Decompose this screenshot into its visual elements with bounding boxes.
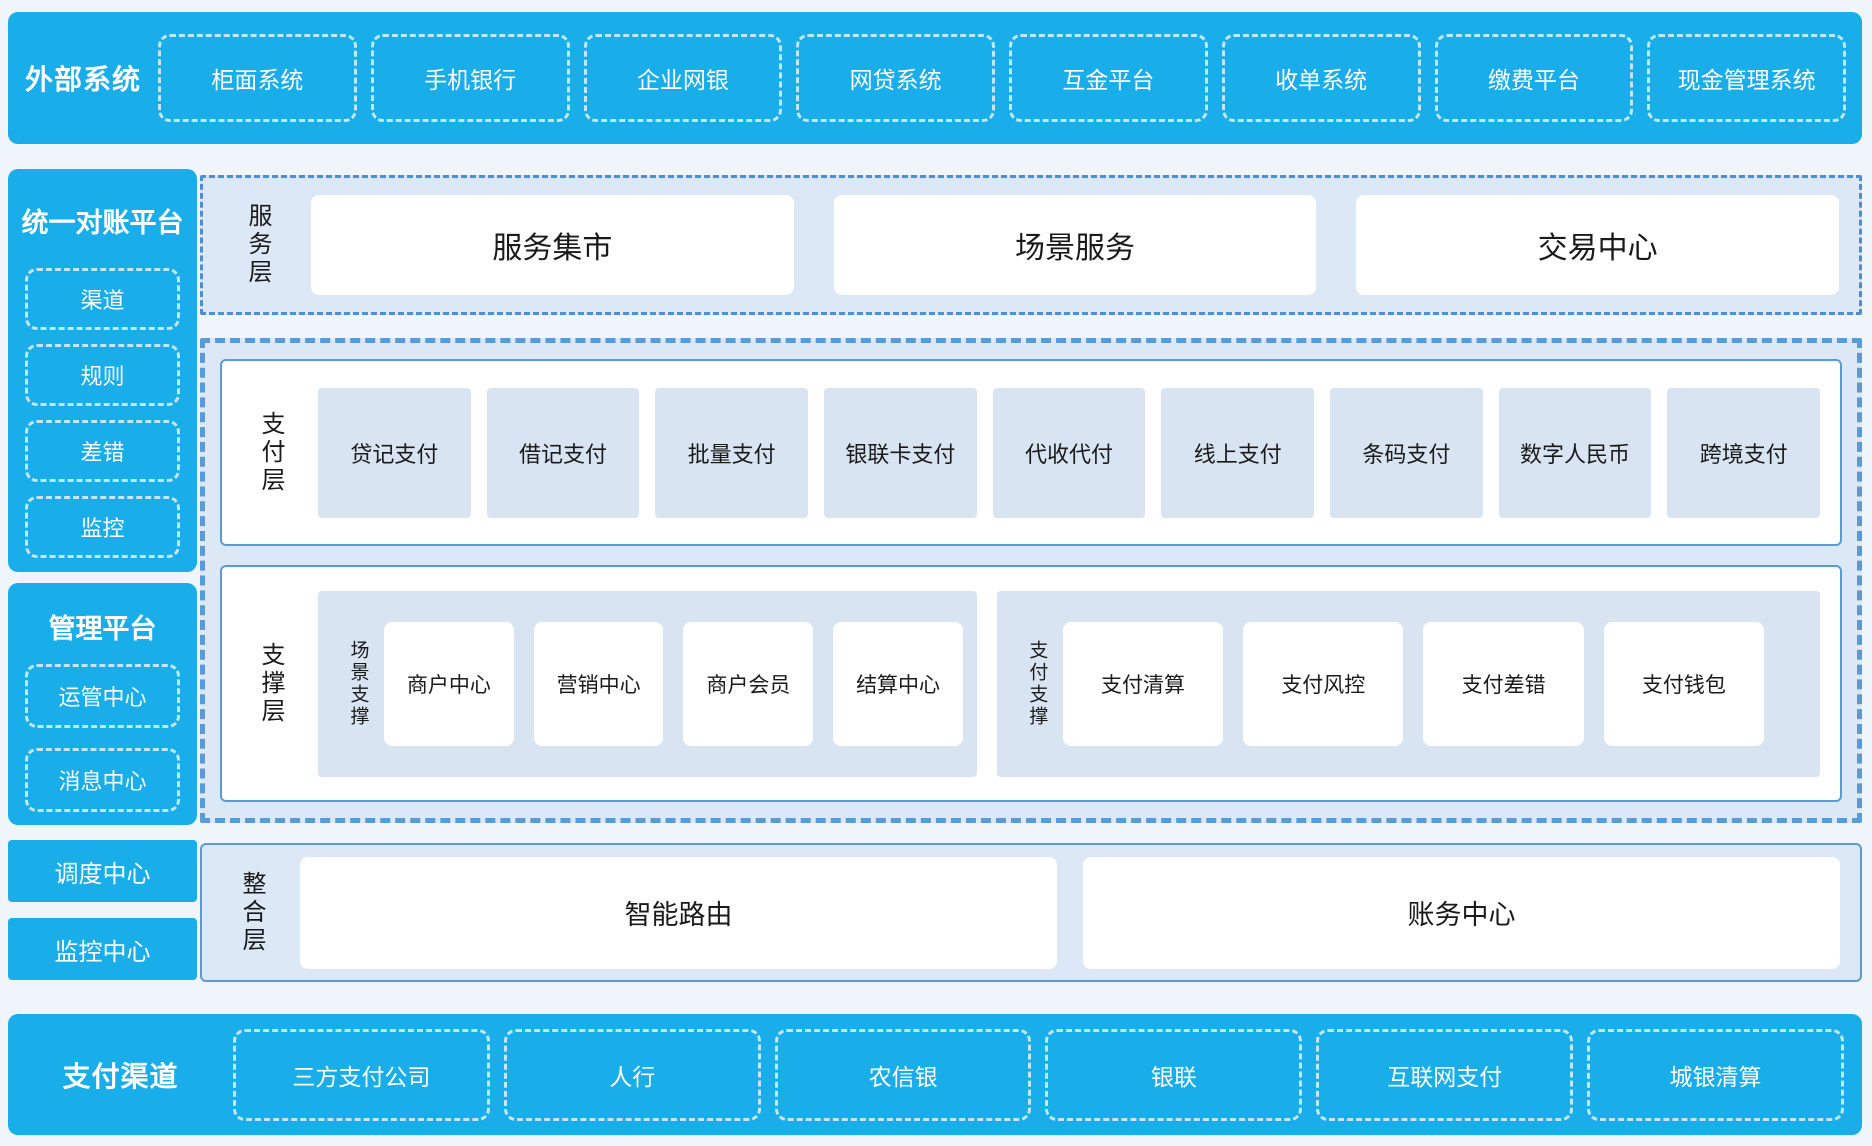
management-platform-title: 管理平台 [8, 583, 197, 664]
payment-item: 代收代付 [993, 388, 1146, 518]
support-layer-groups: 场景支撑 商户中心 营销中心 商户会员 结算中心 支付支撑 支付清算 支付风控 … [318, 591, 1820, 777]
external-systems-title: 外部系统 [8, 58, 158, 98]
scene-support-group: 场景支撑 商户中心 营销中心 商户会员 结算中心 [318, 591, 977, 777]
external-system-item: 企业网银 [584, 34, 783, 122]
reconciliation-item: 渠道 [25, 268, 180, 330]
scene-support-item: 商户中心 [384, 622, 514, 746]
payment-channel-item: 城银清算 [1587, 1029, 1844, 1121]
payment-layer-label-zone: 支付层 [222, 411, 318, 495]
reconciliation-item: 规则 [25, 344, 180, 406]
service-layer-label-zone: 服务层 [203, 203, 311, 287]
scene-support-label: 场景支撑 [349, 640, 368, 728]
external-systems-items: 柜面系统 手机银行 企业网银 网贷系统 互金平台 收单系统 缴费平台 现金管理系… [158, 34, 1846, 122]
external-systems-bar: 外部系统 柜面系统 手机银行 企业网银 网贷系统 互金平台 收单系统 缴费平台 … [8, 12, 1862, 144]
payment-support-label: 支付支撑 [1027, 640, 1046, 728]
payment-channel-item: 银联 [1045, 1029, 1302, 1121]
service-item: 场景服务 [834, 195, 1317, 295]
scene-support-items: 商户中心 营销中心 商户会员 结算中心 [384, 622, 963, 746]
payment-support-item: 支付钱包 [1604, 622, 1764, 746]
reconciliation-platform-title: 统一对账平台 [8, 169, 197, 268]
integration-layer: 整合层 智能路由 账务中心 [200, 843, 1862, 982]
monitor-center-block: 监控中心 [8, 918, 197, 980]
payment-support-group: 支付支撑 支付清算 支付风控 支付差错 支付钱包 [997, 591, 1820, 777]
service-layer-items: 服务集市 场景服务 交易中心 [311, 195, 1839, 295]
payment-item: 银联卡支付 [824, 388, 977, 518]
management-platform-block: 管理平台 运管中心 消息中心 [8, 583, 197, 825]
payment-item: 数字人民币 [1499, 388, 1652, 518]
external-system-item: 现金管理系统 [1647, 34, 1846, 122]
reconciliation-items: 渠道 规则 差错 监控 [8, 268, 197, 558]
payment-item: 线上支付 [1161, 388, 1314, 518]
reconciliation-platform-block: 统一对账平台 渠道 规则 差错 监控 [8, 169, 197, 572]
service-layer-label: 服务层 [245, 203, 269, 287]
payment-channels-items: 三方支付公司 人行 农信银 银联 互联网支付 城银清算 [233, 1029, 1844, 1121]
external-system-item: 柜面系统 [158, 34, 357, 122]
payment-support-item: 支付风控 [1243, 622, 1403, 746]
external-system-item: 缴费平台 [1435, 34, 1634, 122]
dispatch-center-block: 调度中心 [8, 840, 197, 902]
payment-support-item: 支付清算 [1063, 622, 1223, 746]
reconciliation-item: 监控 [25, 496, 180, 558]
payment-support-label-zone: 支付支撑 [1011, 640, 1063, 728]
service-item: 服务集市 [311, 195, 794, 295]
payment-layer-label: 支付层 [258, 411, 282, 495]
payment-item: 批量支付 [655, 388, 808, 518]
payment-item: 贷记支付 [318, 388, 471, 518]
payment-layer: 支付层 贷记支付 借记支付 批量支付 银联卡支付 代收代付 线上支付 条码支付 … [220, 359, 1842, 546]
core-layers-wrapper: 支付层 贷记支付 借记支付 批量支付 银联卡支付 代收代付 线上支付 条码支付 … [200, 338, 1862, 823]
support-layer-label: 支撑层 [258, 642, 282, 726]
scene-support-item: 结算中心 [833, 622, 963, 746]
reconciliation-item: 差错 [25, 420, 180, 482]
payment-channels-bar: 支付渠道 三方支付公司 人行 农信银 银联 互联网支付 城银清算 [8, 1014, 1862, 1135]
payment-channel-item: 三方支付公司 [233, 1029, 490, 1121]
external-system-item: 手机银行 [371, 34, 570, 122]
integration-item: 智能路由 [300, 857, 1057, 969]
support-layer: 支撑层 场景支撑 商户中心 营销中心 商户会员 结算中心 支付支撑 支付 [220, 565, 1842, 802]
payment-channel-item: 互联网支付 [1316, 1029, 1573, 1121]
scene-support-item: 营销中心 [534, 622, 664, 746]
management-items: 运管中心 消息中心 [8, 664, 197, 812]
management-item: 运管中心 [25, 664, 180, 728]
payment-support-items: 支付清算 支付风控 支付差错 支付钱包 [1063, 622, 1764, 746]
service-item: 交易中心 [1356, 195, 1839, 295]
service-layer: 服务层 服务集市 场景服务 交易中心 [200, 175, 1862, 315]
integration-layer-label-zone: 整合层 [202, 871, 300, 955]
integration-layer-label: 整合层 [239, 871, 263, 955]
payment-channel-item: 农信银 [775, 1029, 1032, 1121]
payment-channels-title: 支付渠道 [8, 1055, 233, 1095]
external-system-item: 互金平台 [1009, 34, 1208, 122]
external-system-item: 网贷系统 [796, 34, 995, 122]
external-system-item: 收单系统 [1222, 34, 1421, 122]
payment-channel-item: 人行 [504, 1029, 761, 1121]
payment-support-item: 支付差错 [1423, 622, 1583, 746]
scene-support-label-zone: 场景支撑 [332, 640, 384, 728]
scene-support-item: 商户会员 [683, 622, 813, 746]
support-layer-label-zone: 支撑层 [222, 642, 318, 726]
integration-item: 账务中心 [1083, 857, 1840, 969]
payment-item: 条码支付 [1330, 388, 1483, 518]
payment-layer-items: 贷记支付 借记支付 批量支付 银联卡支付 代收代付 线上支付 条码支付 数字人民… [318, 388, 1820, 518]
payment-item: 跨境支付 [1667, 388, 1820, 518]
integration-layer-items: 智能路由 账务中心 [300, 857, 1840, 969]
payment-item: 借记支付 [487, 388, 640, 518]
management-item: 消息中心 [25, 748, 180, 812]
